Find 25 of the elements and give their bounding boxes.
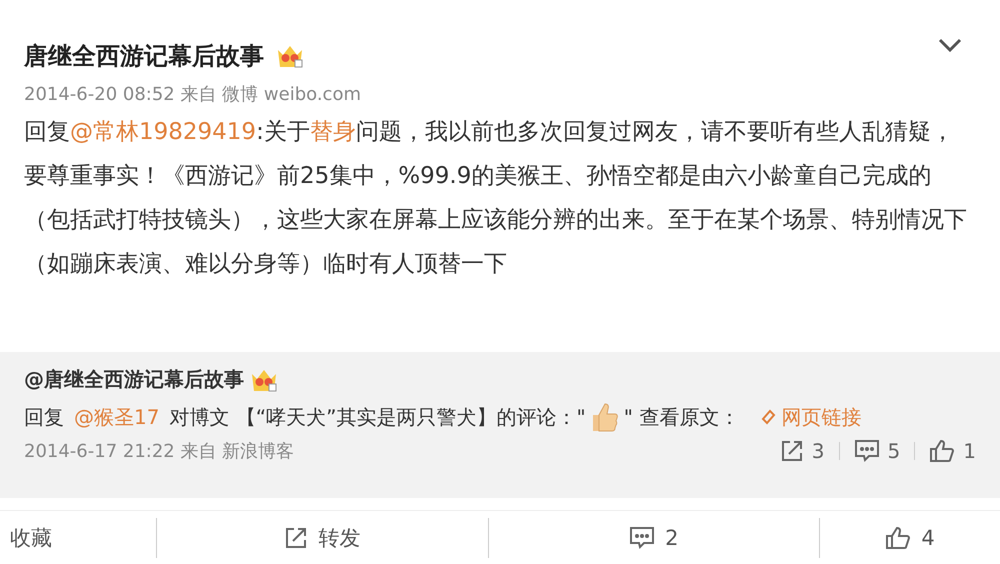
user-mention-link[interactable]: @常林19829419 <box>70 119 256 145</box>
comment-button[interactable]: 2 <box>488 526 819 550</box>
like-button[interactable]: 4 <box>820 526 1000 550</box>
post-text: 回复@常林19829419:关于替身问题，我以前也多次回复过网友，请不要听有些人乱猜疑，要尊重事实！《西游记》前25集中，%99.9的美猴王、孙悟空都是由六小龄童自己完成的（包括武打特技镜头），这些大家在屏幕上应该能分辨的出来。至于在某个场景、特别情况下（如蹦床表演、难以分身等）临时有人顶替一下 <box>24 118 968 279</box>
quoted-meta: 2014-6-17 21:22 来自 新浪博客 <box>24 440 294 463</box>
share-icon <box>284 526 308 550</box>
keyword-link[interactable]: 替身 <box>310 119 356 145</box>
author-name[interactable]: 唐继全西游记幕后故事 <box>24 40 264 72</box>
thumbs-up-icon <box>929 439 956 463</box>
post-meta: 2014-6-20 08:52 来自 微博 weibo.com <box>24 83 362 106</box>
stat-button[interactable]: 3 <box>780 439 825 463</box>
thumbs-up-icon <box>885 526 912 550</box>
comment-icon <box>629 526 656 550</box>
reply-text: " 查看原文： <box>624 404 740 430</box>
favorite-button[interactable]: 收藏 <box>0 524 156 552</box>
link-icon <box>761 408 778 426</box>
share-icon <box>780 439 804 463</box>
stat-button[interactable]: 1 <box>929 439 976 463</box>
share-button[interactable]: 转发 <box>157 524 488 552</box>
quoted-author[interactable]: @唐继全西游记幕后故事 <box>24 366 244 393</box>
comment-icon <box>854 439 880 463</box>
stat-button[interactable]: 5 <box>854 439 900 463</box>
reply-text: 对博文 【“哮天犬”其实是两只警犬】的评论：" <box>169 404 586 430</box>
reply-text: 回复 <box>24 404 64 430</box>
dropdown-chevron-icon[interactable] <box>938 38 962 52</box>
